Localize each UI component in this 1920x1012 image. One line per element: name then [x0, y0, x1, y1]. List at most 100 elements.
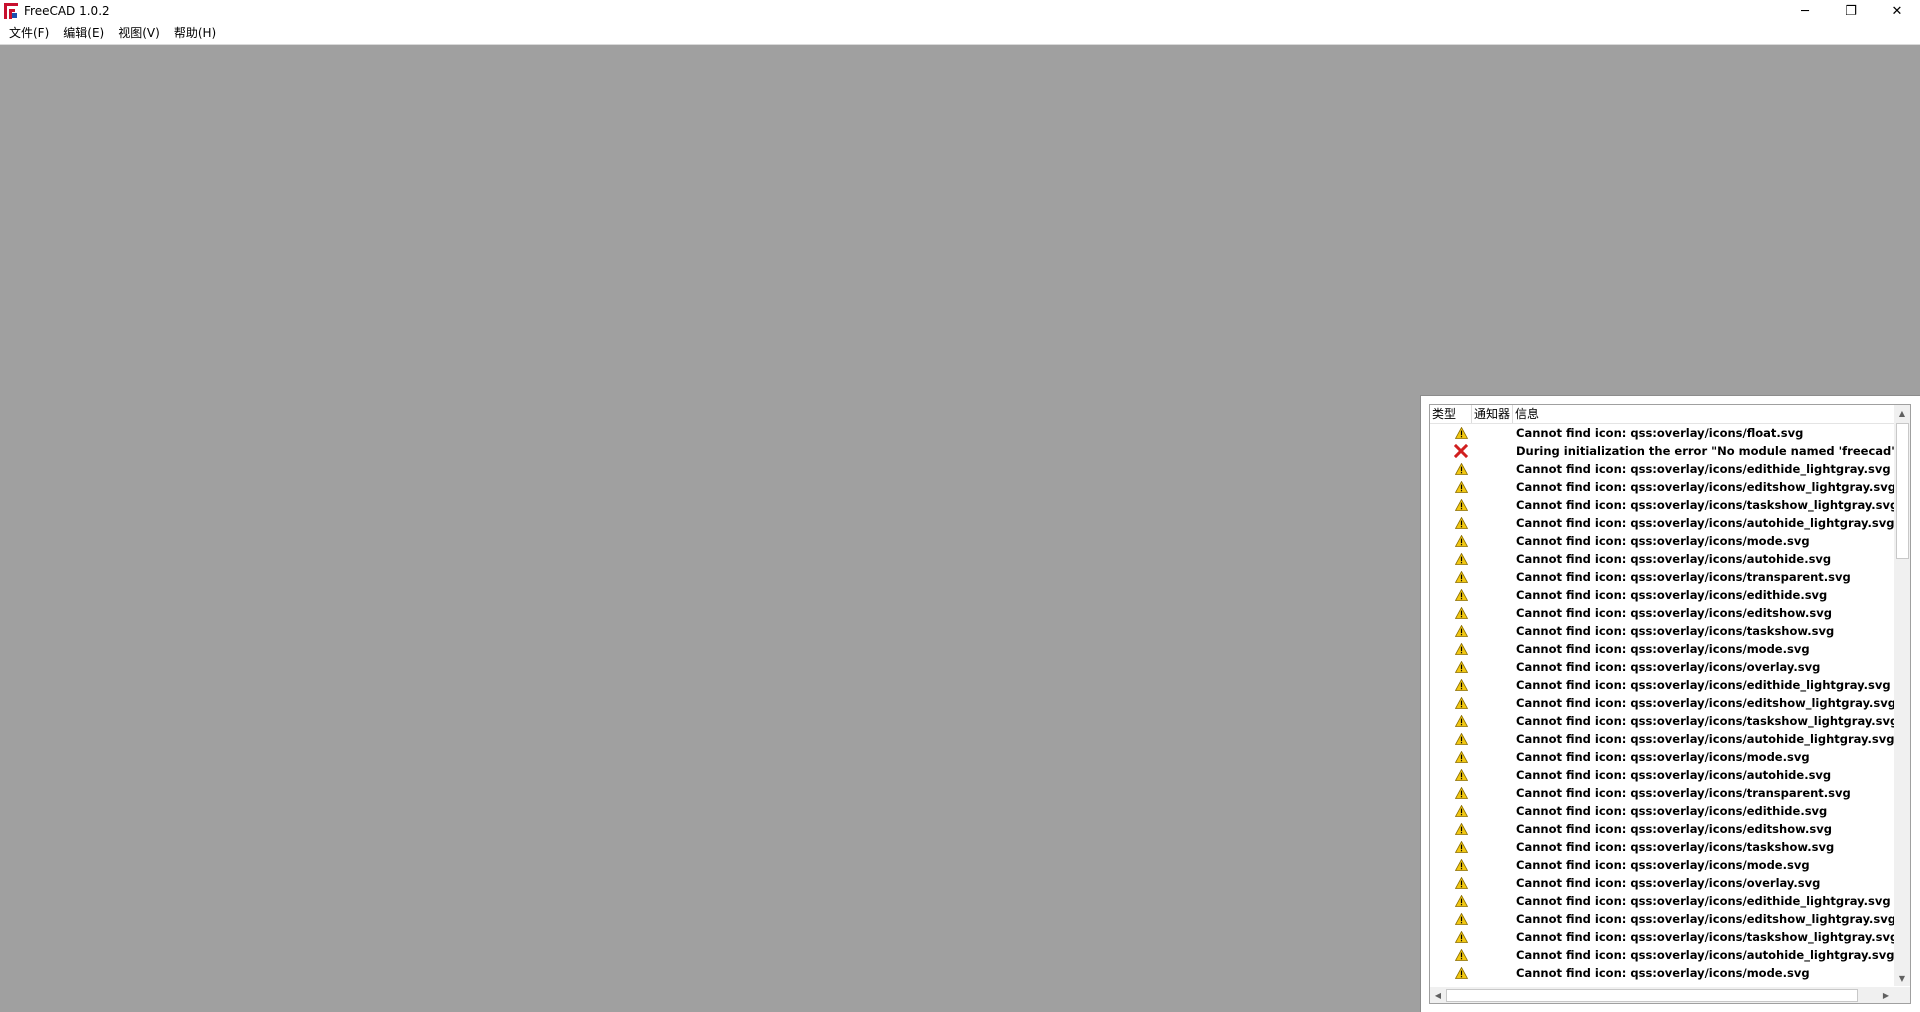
message-text: Cannot find icon: qss:overlay/icons/over…: [1516, 876, 1821, 890]
message-text: Cannot find icon: qss:overlay/icons/mode…: [1516, 966, 1810, 980]
report-row[interactable]: Cannot find icon: qss:overlay/icons/auto…: [1430, 766, 1894, 784]
message-text: Cannot find icon: qss:overlay/icons/tran…: [1516, 786, 1851, 800]
report-row[interactable]: Cannot find icon: qss:overlay/icons/edit…: [1430, 820, 1894, 838]
message-text: Cannot find icon: qss:overlay/icons/edit…: [1516, 678, 1891, 692]
warning-icon: [1430, 607, 1492, 619]
warning-icon: [1430, 823, 1492, 835]
warning-icon: [1430, 589, 1492, 601]
warning-icon: [1430, 625, 1492, 637]
message-text: Cannot find icon: qss:overlay/icons/over…: [1516, 660, 1821, 674]
column-header-type[interactable]: 类型: [1430, 405, 1472, 423]
message-text: Cannot find icon: qss:overlay/icons/mode…: [1516, 750, 1810, 764]
message-text: Cannot find icon: qss:overlay/icons/edit…: [1516, 462, 1891, 476]
report-view-header: 类型 通知器 信息: [1430, 405, 1894, 424]
report-row[interactable]: Cannot find icon: qss:overlay/icons/task…: [1430, 712, 1894, 730]
report-row[interactable]: Cannot find icon: qss:overlay/icons/task…: [1430, 928, 1894, 946]
warning-icon: [1430, 571, 1492, 583]
menu-file[interactable]: 文件(F): [0, 22, 56, 44]
warning-icon: [1430, 553, 1492, 565]
close-button[interactable]: ✕: [1874, 0, 1920, 22]
report-row[interactable]: Cannot find icon: qss:overlay/icons/edit…: [1430, 676, 1894, 694]
menu-bar: 文件(F) 编辑(E) 视图(V) 帮助(H): [0, 22, 1920, 45]
window-title: FreeCAD 1.0.2: [24, 4, 110, 18]
report-row[interactable]: Cannot find icon: qss:overlay/icons/edit…: [1430, 910, 1894, 928]
message-text: Cannot find icon: qss:overlay/icons/auto…: [1516, 516, 1894, 530]
message-text: Cannot find icon: qss:overlay/icons/edit…: [1516, 912, 1894, 926]
report-row[interactable]: Cannot find icon: qss:overlay/icons/edit…: [1430, 802, 1894, 820]
column-header-message[interactable]: 信息: [1513, 405, 1894, 423]
report-row[interactable]: During initialization the error "No modu…: [1430, 442, 1894, 460]
report-row[interactable]: Cannot find icon: qss:overlay/icons/over…: [1430, 658, 1894, 676]
message-text: Cannot find icon: qss:overlay/icons/auto…: [1516, 552, 1832, 566]
report-view-table[interactable]: 类型 通知器 信息 Cannot find icon: qss:overlay/…: [1429, 404, 1911, 1004]
menu-view[interactable]: 视图(V): [111, 22, 167, 44]
message-text: Cannot find icon: qss:overlay/icons/edit…: [1516, 804, 1828, 818]
warning-icon: [1430, 499, 1492, 511]
warning-icon: [1430, 643, 1492, 655]
minimize-button[interactable]: ─: [1782, 0, 1828, 22]
report-row[interactable]: Cannot find icon: qss:overlay/icons/over…: [1430, 874, 1894, 892]
warning-icon: [1430, 787, 1492, 799]
horizontal-scrollbar[interactable]: ◀ ▶: [1430, 987, 1894, 1003]
report-row[interactable]: Cannot find icon: qss:overlay/icons/mode…: [1430, 640, 1894, 658]
report-row[interactable]: Cannot find icon: qss:overlay/icons/task…: [1430, 622, 1894, 640]
warning-icon: [1430, 841, 1492, 853]
scroll-right-arrow-icon[interactable]: ▶: [1878, 987, 1894, 1003]
menu-help[interactable]: 帮助(H): [167, 22, 223, 44]
warning-icon: [1430, 751, 1492, 763]
warning-icon: [1430, 805, 1492, 817]
report-row[interactable]: Cannot find icon: qss:overlay/icons/mode…: [1430, 964, 1894, 982]
scroll-corner: [1894, 987, 1910, 1003]
message-text: Cannot find icon: qss:overlay/icons/auto…: [1516, 732, 1894, 746]
report-row[interactable]: Cannot find icon: qss:overlay/icons/edit…: [1430, 586, 1894, 604]
warning-icon: [1430, 535, 1492, 547]
report-row[interactable]: Cannot find icon: qss:overlay/icons/task…: [1430, 838, 1894, 856]
message-text: Cannot find icon: qss:overlay/icons/task…: [1516, 930, 1894, 944]
report-row[interactable]: Cannot find icon: qss:overlay/icons/edit…: [1430, 604, 1894, 622]
report-row[interactable]: Cannot find icon: qss:overlay/icons/mode…: [1430, 532, 1894, 550]
report-row[interactable]: Cannot find icon: qss:overlay/icons/auto…: [1430, 514, 1894, 532]
report-row[interactable]: Cannot find icon: qss:overlay/icons/edit…: [1430, 892, 1894, 910]
message-text: Cannot find icon: qss:overlay/icons/edit…: [1516, 696, 1894, 710]
warning-icon: [1430, 679, 1492, 691]
restore-button[interactable]: ❐: [1828, 0, 1874, 22]
report-row[interactable]: Cannot find icon: qss:overlay/icons/floa…: [1430, 424, 1894, 442]
report-row[interactable]: Cannot find icon: qss:overlay/icons/auto…: [1430, 550, 1894, 568]
title-bar: FreeCAD 1.0.2 ─ ❐ ✕: [0, 0, 1920, 22]
message-text: Cannot find icon: qss:overlay/icons/tran…: [1516, 570, 1851, 584]
scroll-up-arrow-icon[interactable]: ▲: [1894, 405, 1910, 421]
message-text: Cannot find icon: qss:overlay/icons/edit…: [1516, 480, 1894, 494]
report-row[interactable]: Cannot find icon: qss:overlay/icons/edit…: [1430, 478, 1894, 496]
message-text: Cannot find icon: qss:overlay/icons/floa…: [1516, 426, 1804, 440]
report-row[interactable]: Cannot find icon: qss:overlay/icons/edit…: [1430, 694, 1894, 712]
scroll-left-arrow-icon[interactable]: ◀: [1430, 987, 1446, 1003]
warning-icon: [1430, 769, 1492, 781]
horizontal-scroll-thumb[interactable]: [1446, 989, 1858, 1002]
menu-edit[interactable]: 编辑(E): [56, 22, 111, 44]
message-text: Cannot find icon: qss:overlay/icons/auto…: [1516, 768, 1832, 782]
warning-icon: [1430, 895, 1492, 907]
warning-icon: [1430, 859, 1492, 871]
message-text: Cannot find icon: qss:overlay/icons/task…: [1516, 840, 1835, 854]
window-controls: ─ ❐ ✕: [1782, 0, 1920, 22]
warning-icon: [1430, 949, 1492, 961]
report-row[interactable]: Cannot find icon: qss:overlay/icons/edit…: [1430, 460, 1894, 478]
column-header-notifier[interactable]: 通知器: [1472, 405, 1513, 423]
vertical-scroll-thumb[interactable]: [1896, 423, 1909, 559]
report-row[interactable]: Cannot find icon: qss:overlay/icons/auto…: [1430, 730, 1894, 748]
warning-icon: [1430, 967, 1492, 979]
warning-icon: [1430, 517, 1492, 529]
message-text: Cannot find icon: qss:overlay/icons/task…: [1516, 714, 1894, 728]
report-row[interactable]: Cannot find icon: qss:overlay/icons/tran…: [1430, 784, 1894, 802]
report-row[interactable]: Cannot find icon: qss:overlay/icons/task…: [1430, 496, 1894, 514]
warning-icon: [1430, 463, 1492, 475]
report-row[interactable]: Cannot find icon: qss:overlay/icons/auto…: [1430, 946, 1894, 964]
vertical-scrollbar[interactable]: ▲ ▼: [1894, 405, 1910, 986]
freecad-logo-icon: [4, 3, 18, 19]
error-icon: [1430, 444, 1492, 458]
warning-icon: [1430, 931, 1492, 943]
report-row[interactable]: Cannot find icon: qss:overlay/icons/tran…: [1430, 568, 1894, 586]
report-row[interactable]: Cannot find icon: qss:overlay/icons/mode…: [1430, 856, 1894, 874]
scroll-down-arrow-icon[interactable]: ▼: [1894, 970, 1910, 986]
report-row[interactable]: Cannot find icon: qss:overlay/icons/mode…: [1430, 748, 1894, 766]
